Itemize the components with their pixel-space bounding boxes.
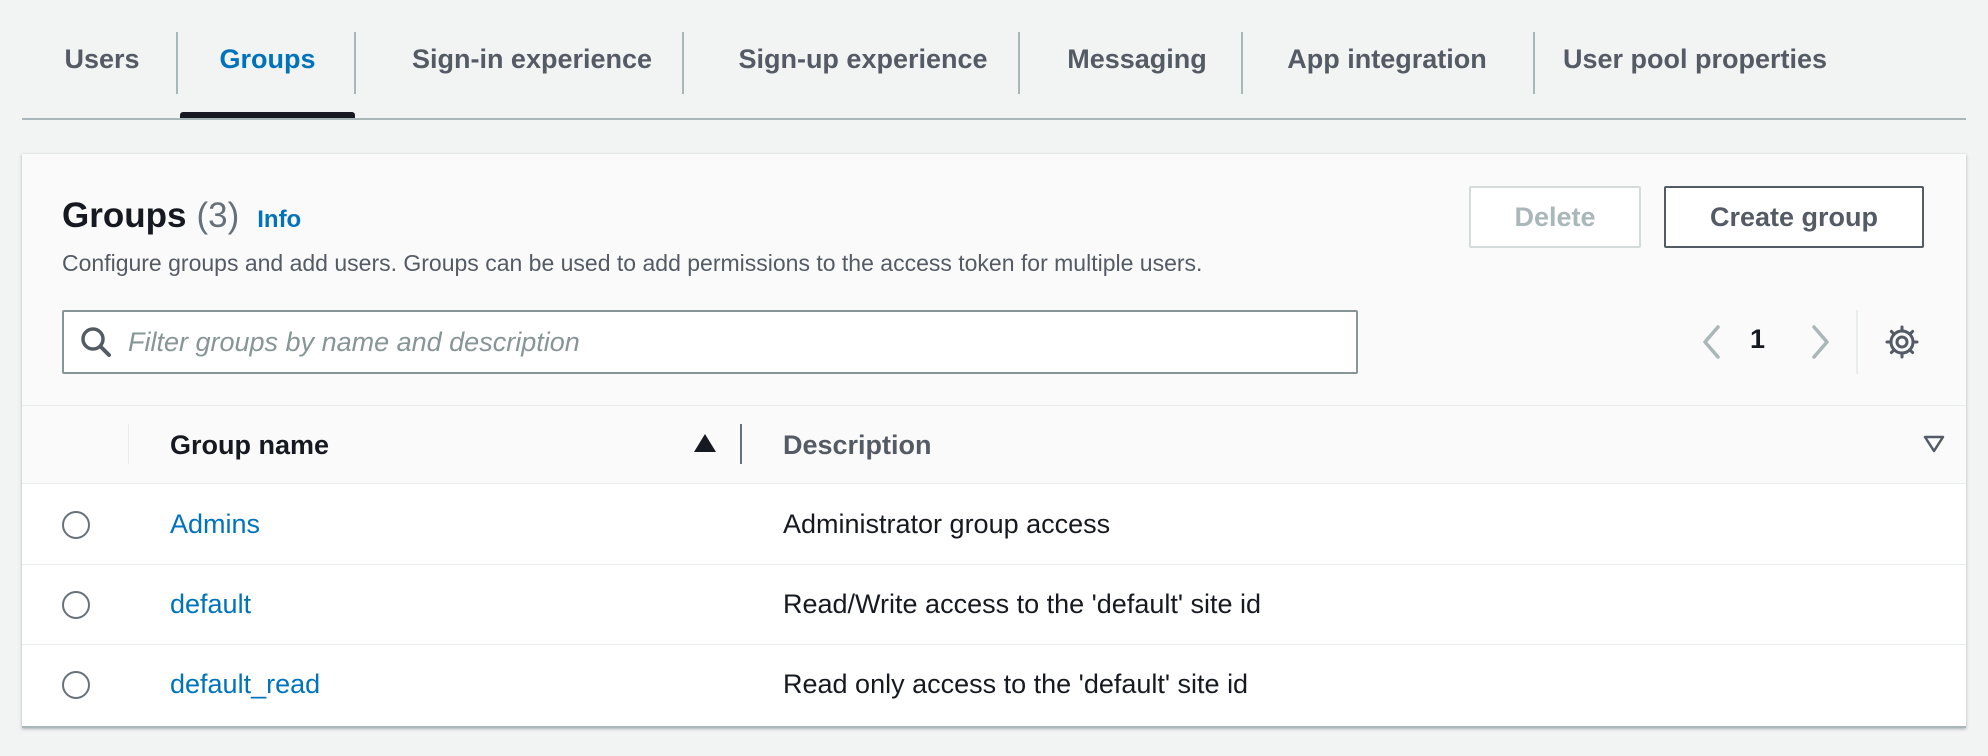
row-select-radio[interactable] xyxy=(62,671,90,699)
panel-header: Groups (3) Info Configure groups and add… xyxy=(22,154,1966,406)
current-page-number[interactable]: 1 xyxy=(1750,324,1765,355)
search-icon xyxy=(81,327,111,357)
group-description: Read only access to the 'default' site i… xyxy=(783,669,1249,699)
column-header-group-name[interactable]: Group name xyxy=(170,430,329,461)
group-description: Administrator group access xyxy=(783,509,1111,539)
group-name-link[interactable]: Admins xyxy=(170,509,260,540)
tab-user-pool-properties[interactable]: User pool properties xyxy=(1542,0,1848,118)
sort-ascending-icon[interactable] xyxy=(692,432,718,454)
active-tab-indicator xyxy=(180,112,355,118)
row-select-radio[interactable] xyxy=(62,511,90,539)
title-text: Groups xyxy=(62,196,187,235)
tab-divider xyxy=(176,32,178,94)
page-title: Groups (3) Info xyxy=(62,196,301,236)
chevron-left-icon xyxy=(1703,325,1720,359)
group-description: Read/Write access to the 'default' site … xyxy=(783,589,1262,619)
tab-messaging[interactable]: Messaging xyxy=(1032,0,1242,118)
column-divider xyxy=(128,424,129,464)
create-group-button[interactable]: Create group xyxy=(1664,186,1924,248)
tab-divider xyxy=(354,32,356,94)
next-page-button[interactable] xyxy=(1798,320,1842,364)
tab-sign-in-experience[interactable]: Sign-in experience xyxy=(372,0,692,118)
column-header-description[interactable]: Description xyxy=(783,430,932,461)
panel-description: Configure groups and add users. Groups c… xyxy=(62,250,1203,276)
table-settings-button[interactable] xyxy=(1880,320,1924,364)
row-select-radio[interactable] xyxy=(62,591,90,619)
tab-divider xyxy=(1241,32,1243,94)
delete-button[interactable]: Delete xyxy=(1469,186,1641,248)
table-row: default_read Read only access to the 'de… xyxy=(22,645,1966,725)
group-count: (3) xyxy=(196,196,240,235)
pager-divider xyxy=(1856,310,1858,374)
gear-icon xyxy=(1885,325,1919,359)
group-name-link[interactable]: default xyxy=(170,589,251,620)
search-field xyxy=(62,310,1358,374)
sort-descending-icon[interactable] xyxy=(1922,434,1946,454)
tab-groups[interactable]: Groups xyxy=(180,0,355,118)
tab-app-integration[interactable]: App integration xyxy=(1254,0,1520,118)
groups-panel: Groups (3) Info Configure groups and add… xyxy=(22,154,1966,728)
previous-page-button[interactable] xyxy=(1690,320,1734,364)
group-name-link[interactable]: default_read xyxy=(170,669,320,700)
tab-divider xyxy=(682,32,684,94)
tab-divider xyxy=(1018,32,1020,94)
table-row: default Read/Write access to the 'defaul… xyxy=(22,565,1966,645)
tab-bar: Users Groups Sign-in experience Sign-up … xyxy=(22,0,1966,120)
tab-divider xyxy=(1533,32,1535,94)
tab-sign-up-experience[interactable]: Sign-up experience xyxy=(698,0,1028,118)
chevron-right-icon xyxy=(1812,325,1829,359)
tab-users[interactable]: Users xyxy=(52,0,152,118)
info-link[interactable]: Info xyxy=(257,206,301,234)
search-input[interactable] xyxy=(128,326,1328,358)
table-header: Group name Description xyxy=(22,406,1966,484)
table-row: Admins Administrator group access xyxy=(22,485,1966,565)
column-resize-handle[interactable] xyxy=(740,424,742,464)
